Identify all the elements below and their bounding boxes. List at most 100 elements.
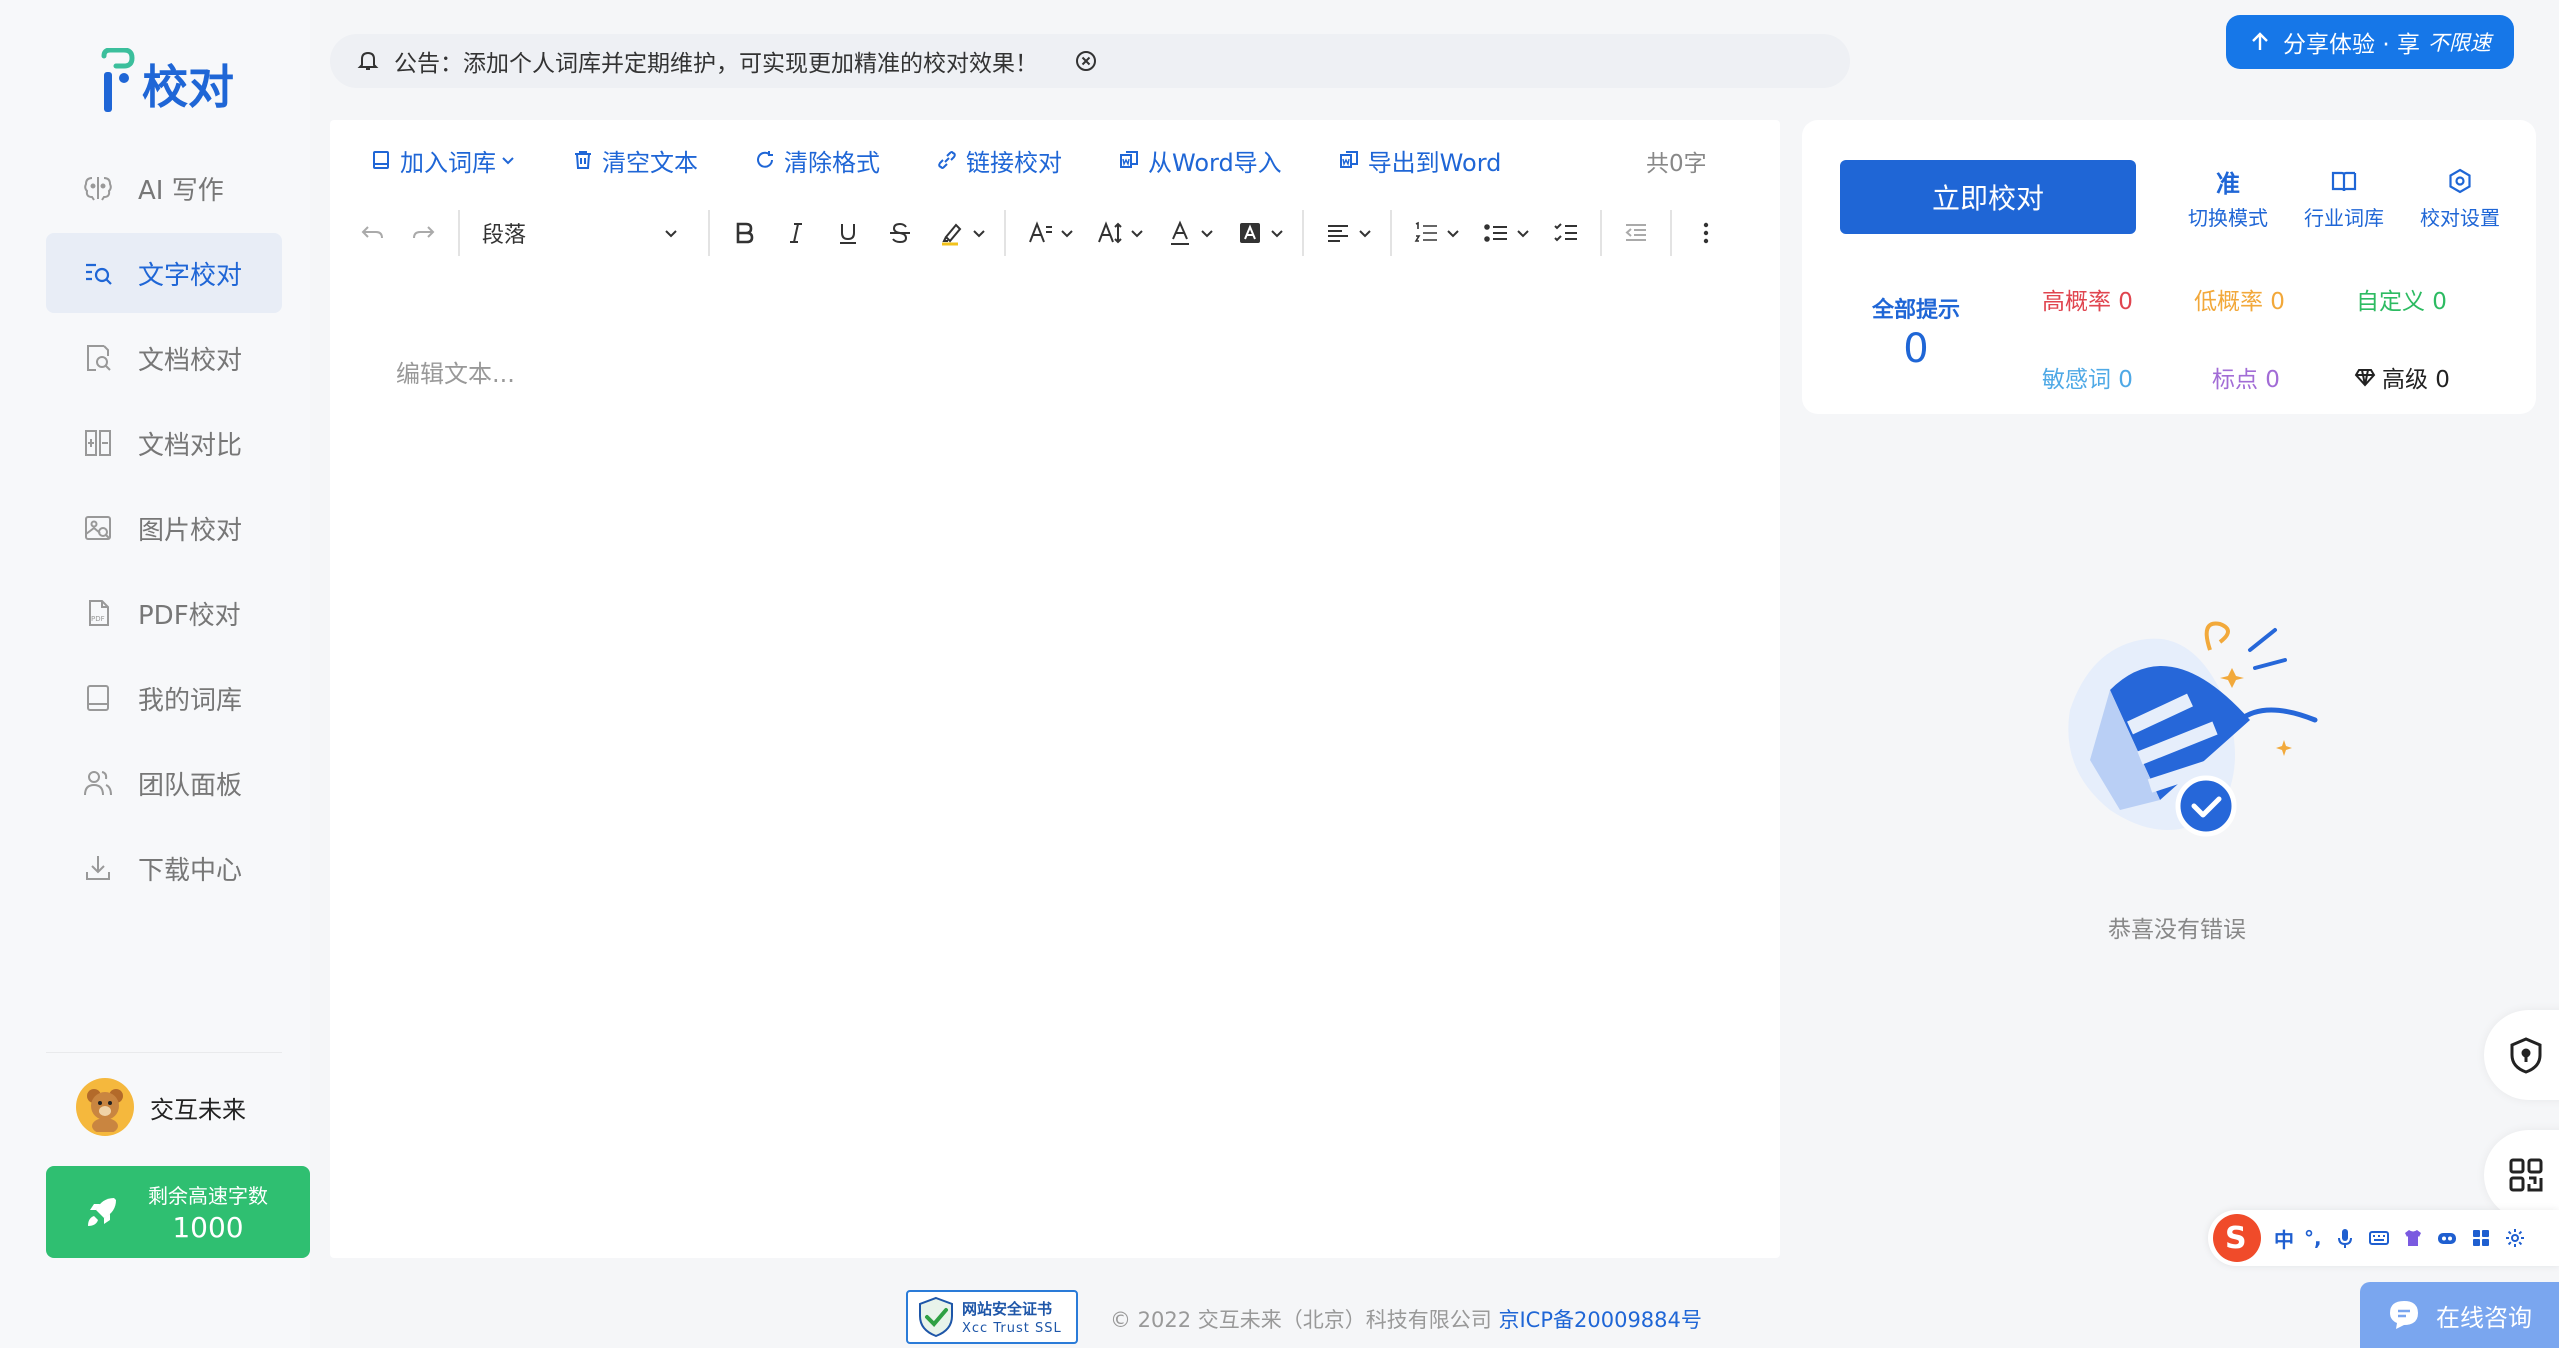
qrcode-icon [2509,1158,2543,1192]
chevron-down-icon[interactable] [1270,226,1284,240]
strikethrough-button[interactable] [885,218,915,248]
editor-card: 加入词库 清空文本 清除格式 链接校对 从Word导入 导出到Word 共0字 [330,120,1780,1258]
check-settings-label: 校对设置 [2420,206,2500,230]
todo-list-button[interactable] [1551,218,1581,248]
share-emphasis: 不限速 [2427,31,2491,55]
microphone-icon[interactable] [2334,1227,2356,1249]
svg-text:PDF: PDF [91,615,105,623]
stat-low-probability[interactable]: 低概率 0 [2194,282,2285,316]
sidebar-item-download-center[interactable]: 下载中心 [46,828,282,908]
emoji-robot-icon[interactable] [2436,1227,2458,1249]
chevron-down-icon[interactable] [1130,226,1144,240]
online-consult-button[interactable]: 在线咨询 [2360,1282,2559,1348]
background-color-button[interactable] [1235,218,1265,248]
chevron-down-icon[interactable] [972,226,986,240]
check-now-button[interactable]: 立即校对 [1840,160,2136,234]
paragraph-select[interactable]: 段落 [468,213,694,253]
announcement-text: 公告：添加个人词库并定期维护，可实现更加精准的校对效果！ [394,51,1038,77]
sidebar-item-my-lexicon[interactable]: 我的词库 [46,658,282,738]
export-word-button[interactable]: 导出到Word [1338,143,1501,178]
stat-sensitive-words[interactable]: 敏感词 0 [2042,360,2133,394]
qrcode-float-button[interactable] [2484,1130,2559,1220]
bell-icon [357,51,379,70]
add-lexicon-button[interactable]: 加入词库 [370,143,516,178]
outdent-icon [1625,224,1646,241]
paragraph-select-value: 段落 [482,223,527,248]
chevron-down-icon [502,157,514,165]
skin-shirt-icon[interactable] [2402,1227,2424,1249]
more-button[interactable] [1691,218,1721,248]
settings-gear-icon[interactable] [2504,1227,2526,1249]
underline-icon [840,224,856,244]
industry-lexicon-button[interactable]: 行业词库 [2286,166,2402,231]
ime-chinese-mode[interactable]: 中 [2274,1224,2294,1253]
chevron-down-icon[interactable] [1060,226,1074,240]
outdent-button[interactable] [1621,218,1651,248]
import-word-button[interactable]: 从Word导入 [1118,143,1282,178]
undo-button[interactable] [357,218,387,248]
security-float-button[interactable] [2484,1010,2559,1100]
chevron-down-icon [665,230,677,238]
chat-bubble-icon [2390,1301,2418,1329]
font-family-button[interactable] [1025,218,1055,248]
book-icon [87,685,109,711]
share-label: 分享体验 · 享 [2283,32,2420,58]
copyright-text: © 2022 交互未来（北京）科技有限公司 [1110,1308,1492,1332]
clear-text-label: 清空文本 [602,148,698,177]
ssl-certificate-badge[interactable]: 网站安全证书 Xcc Trust SSL [906,1290,1078,1344]
chevron-down-icon[interactable] [1446,226,1460,240]
highlight-button[interactable] [937,218,967,248]
shield-check-icon [919,1296,953,1338]
font-color-button[interactable] [1165,218,1195,248]
editor-textarea[interactable]: 编辑文本... [396,354,515,389]
background-color-icon [1240,223,1260,243]
link-check-button[interactable]: 链接校对 [936,143,1062,178]
check-settings-button[interactable]: 校对设置 [2402,166,2518,231]
sidebar-item-label: 下载中心 [138,855,243,886]
keyboard-icon[interactable] [2368,1227,2390,1249]
total-hints[interactable]: 全部提示 0 [1872,292,1960,372]
image-search-icon [85,516,111,540]
sidebar-item-doc-compare[interactable]: 文档对比 [46,403,282,483]
chevron-down-icon[interactable] [1358,226,1372,240]
quota-card[interactable]: 剩余高速字数 1000 [46,1166,310,1258]
sidebar-item-ai-writing[interactable]: AI 写作 [46,148,282,228]
stat-high-probability[interactable]: 高概率 0 [2042,282,2133,316]
sidebar-item-text-check[interactable]: 文字校对 [46,233,282,313]
word-export-icon [1339,151,1358,168]
stat-custom[interactable]: 自定义 0 [2356,282,2447,316]
sidebar-item-doc-check[interactable]: 文档校对 [46,318,282,398]
ime-punctuation-mode[interactable]: °, [2304,1226,2322,1250]
underline-button[interactable] [833,218,863,248]
stat-advanced[interactable]: 高级 0 [2354,360,2450,394]
clear-format-button[interactable]: 清除格式 [754,143,880,178]
sogou-logo-icon[interactable]: S [2210,1211,2264,1265]
ordered-list-button[interactable] [1411,218,1441,248]
sidebar-item-image-check[interactable]: 图片校对 [46,488,282,568]
toolbox-grid-icon[interactable] [2470,1227,2492,1249]
share-button[interactable]: 分享体验 · 享 不限速 [2226,15,2514,69]
gear-icon [2449,168,2471,194]
clear-text-button[interactable]: 清空文本 [572,143,698,178]
close-icon[interactable] [1074,49,1098,73]
logo[interactable]: 校对 [98,48,234,114]
redo-button[interactable] [409,218,439,248]
pdf-icon: PDF [89,600,109,626]
align-button[interactable] [1323,218,1353,248]
rocket-icon [88,1198,116,1226]
user-profile[interactable]: 交互未来 [76,1078,246,1136]
stat-punctuation[interactable]: 标点 0 [2212,360,2280,394]
bold-button[interactable] [729,218,759,248]
text-search-icon [86,263,112,285]
sidebar-item-pdf-check[interactable]: PDF PDF校对 [46,573,282,653]
refresh-icon [757,151,773,168]
chevron-down-icon[interactable] [1200,226,1214,240]
word-import-icon [1120,151,1138,168]
bullet-list-button[interactable] [1481,218,1511,248]
chevron-down-icon[interactable] [1516,226,1530,240]
font-size-button[interactable] [1095,218,1125,248]
sidebar-item-team-board[interactable]: 团队面板 [46,743,282,823]
icp-link[interactable]: 京ICP备20009884号 [1498,1308,1701,1332]
switch-mode-button[interactable]: 准 切换模式 [2170,166,2286,231]
italic-button[interactable] [781,218,811,248]
